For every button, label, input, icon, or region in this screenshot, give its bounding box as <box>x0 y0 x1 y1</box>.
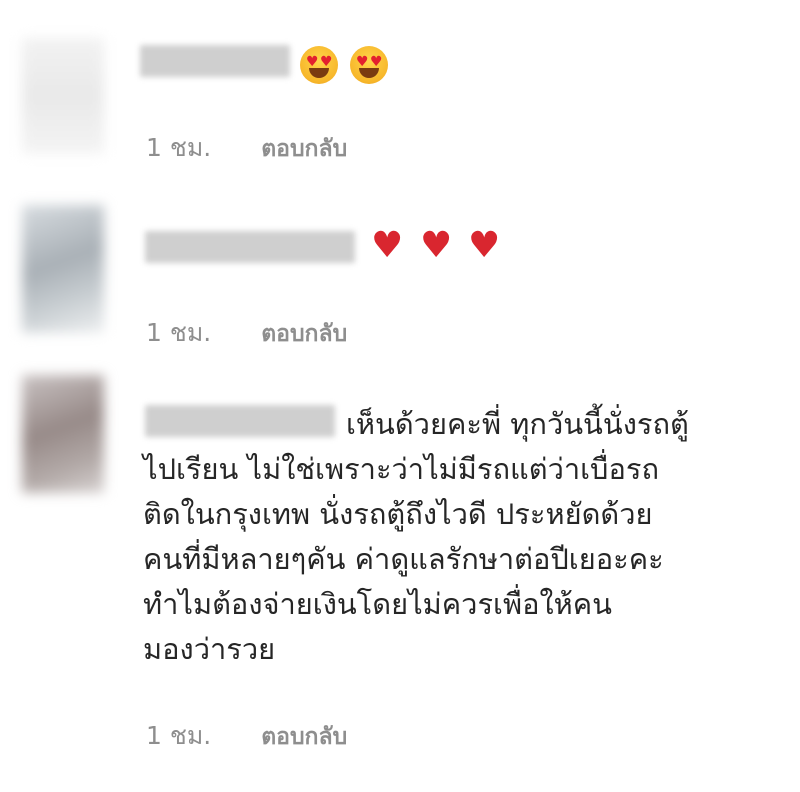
comment-line: คนที่มีหลายๆคัน ค่าดูแลรักษาต่อปีเยอะคะ <box>143 542 664 576</box>
username-blurred[interactable] <box>145 231 355 263</box>
comment-meta: 1 ชม. ตอบกลับ <box>146 716 347 756</box>
username-blurred[interactable] <box>140 45 290 77</box>
reply-button[interactable]: ตอบกลับ <box>261 316 347 352</box>
comment-line: มองว่ารวย <box>143 632 276 666</box>
avatar[interactable] <box>22 38 104 154</box>
comment-line: ไปเรียน ไม่ใช่เพราะว่าไม่มีรถแต่ว่าเบื่อ… <box>143 452 660 486</box>
red-heart-icon: ♥ <box>468 225 501 266</box>
comment-line: ทำไมต้องจ่ายเงินโดยไม่ควรเพื่อให้คน <box>143 587 612 621</box>
red-heart-icon: ♥ <box>420 225 453 266</box>
red-heart-icon: ♥ <box>371 225 404 266</box>
comment-meta: 1 ชม. ตอบกลับ <box>146 128 347 168</box>
heart-eyes-emoji-icon: ♥ ♥ <box>350 46 388 84</box>
comment-meta: 1 ชม. ตอบกลับ <box>146 313 347 353</box>
avatar[interactable] <box>22 375 104 493</box>
comment-time: 1 ชม. <box>146 318 212 347</box>
avatar[interactable] <box>22 205 104 333</box>
comment-text: เห็นด้วยคะพี่ ทุกวันนี้นั่งรถตู้ ไปเรียน… <box>143 402 763 672</box>
reply-button[interactable]: ตอบกลับ <box>261 131 347 167</box>
comment-line: ติดในกรุงเทพ นั่งรถตู้ถึงไวดี ประหยัดด้ว… <box>143 497 653 531</box>
reply-button[interactable]: ตอบกลับ <box>261 719 347 755</box>
comment-line: เห็นด้วยคะพี่ ทุกวันนี้นั่งรถตู้ <box>346 407 689 441</box>
heart-eyes-emoji-icon: ♥ ♥ <box>300 46 338 84</box>
comment-time: 1 ชม. <box>146 133 212 162</box>
comment-time: 1 ชม. <box>146 721 212 750</box>
